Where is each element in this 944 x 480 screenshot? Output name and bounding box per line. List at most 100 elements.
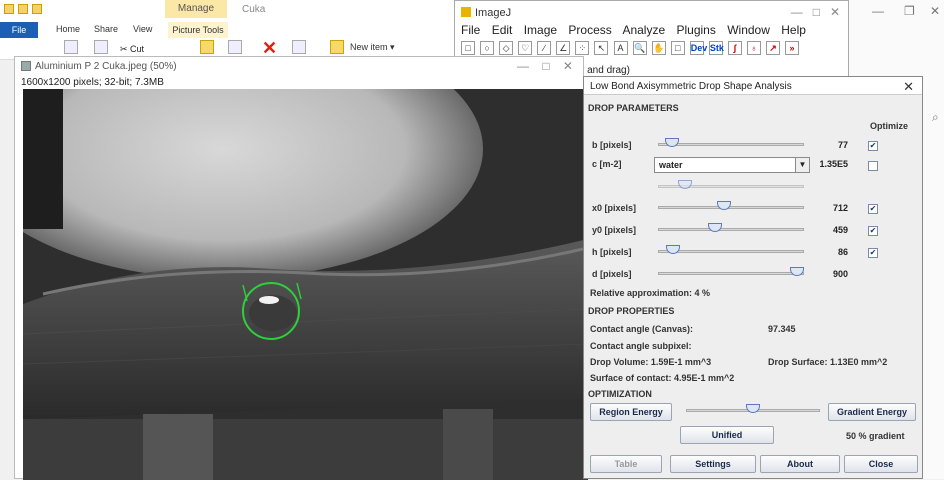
param-d-slider[interactable] (658, 272, 804, 275)
imagej-menubar: File Edit Image Process Analyze Plugins … (461, 23, 814, 37)
imagej-status: r and drag) (581, 65, 630, 76)
rectangle-tool-icon[interactable]: □ (461, 41, 475, 55)
imagej-title: ImageJ (475, 7, 512, 19)
dev-tool-icon[interactable]: Dev (689, 41, 707, 55)
document-icon[interactable] (228, 40, 242, 54)
relative-approximation: Relative approximation: 4 % (590, 288, 711, 298)
param-b-value: 77 (837, 140, 848, 150)
about-button[interactable]: About (760, 455, 840, 473)
tab-home[interactable]: Home (56, 24, 80, 34)
oval-tool-icon[interactable]: ○ (480, 41, 495, 55)
menu-edit[interactable]: Edit (492, 23, 513, 37)
param-h-value: 86 (837, 247, 848, 257)
tab-file[interactable]: File (0, 22, 38, 38)
tab-manage[interactable]: Manage (165, 0, 227, 18)
menu-analyze[interactable]: Analyze (622, 23, 665, 37)
param-d-label: d [pixels] (592, 269, 632, 279)
image-window-controls[interactable]: — □ ✕ (517, 59, 573, 73)
param-b-slider[interactable] (658, 143, 804, 146)
menu-file[interactable]: File (461, 23, 480, 37)
tab-picture-tools[interactable]: Picture Tools (168, 22, 228, 38)
drop-photo (23, 89, 588, 480)
param-x0-label: x0 [pixels] (592, 203, 637, 213)
wand-tool-icon[interactable]: ↖ (594, 41, 609, 55)
param-y0-value: 459 (832, 225, 848, 235)
contact-angle-label: Contact angle (Canvas): (590, 324, 694, 334)
text-tool-icon[interactable]: A (613, 41, 628, 55)
drop-volume: Drop Volume: 1.59E-1 mm^3 (590, 357, 712, 367)
param-x0-value: 712 (832, 203, 848, 213)
color-picker-icon[interactable]: □ (670, 41, 685, 55)
close-icon[interactable]: ✕ (930, 4, 940, 18)
param-h-optimize-checkbox[interactable]: ✔ (868, 248, 878, 258)
stk-tool-icon[interactable]: Stk (708, 41, 724, 55)
c-liquid-select[interactable]: water ▼ (654, 157, 810, 173)
search-icon[interactable]: ⌕ (932, 110, 939, 125)
menu-process[interactable]: Process (568, 23, 611, 37)
drop-surface: Drop Surface: 1.13E0 mm^2 (768, 357, 888, 367)
menu-image[interactable]: Image (524, 23, 557, 37)
menu-window[interactable]: Window (727, 23, 770, 37)
line-tool-icon[interactable]: ∕ (537, 41, 552, 55)
c-liquid-selected: water (659, 160, 683, 170)
param-y0-slider[interactable] (658, 228, 804, 231)
folder-icon[interactable] (200, 40, 214, 54)
quick-access-toolbar[interactable] (4, 4, 84, 16)
hand-tool-icon[interactable]: ✋ (651, 41, 666, 55)
param-h-slider[interactable] (658, 250, 804, 253)
explorer-ribbon: Manage Cuka File Home Share View Picture… (0, 0, 460, 60)
dialog-title: Low Bond Axisymmetric Drop Shape Analysi… (590, 81, 792, 92)
freehand-tool-icon[interactable]: ♡ (518, 41, 533, 55)
imagej-window-controls[interactable]: — □ ✕ (791, 5, 840, 19)
menu-help[interactable]: Help (781, 23, 806, 37)
image-title: Aluminium P 2 Cuka.jpeg (50%) (35, 61, 177, 72)
param-c-value: 1.35E5 (819, 159, 848, 169)
dropdown-arrow-icon[interactable]: ▼ (795, 158, 809, 172)
pencil-tool-icon[interactable]: ∫ (727, 41, 742, 55)
param-x0-optimize-checkbox[interactable]: ✔ (868, 204, 878, 214)
new-folder-icon[interactable] (330, 40, 344, 54)
more-tools-icon[interactable]: » (785, 41, 800, 55)
menu-plugins[interactable]: Plugins (677, 23, 716, 37)
tab-share[interactable]: Share (94, 24, 118, 34)
minimize-icon[interactable]: — (872, 4, 884, 18)
image-icon (21, 61, 31, 71)
param-b-label: b [pixels] (592, 140, 632, 150)
polygon-tool-icon[interactable]: ◇ (499, 41, 514, 55)
dialog-close-icon[interactable]: ✕ (903, 79, 914, 95)
section-drop-parameters: DROP PARAMETERS (588, 103, 679, 113)
brush-tool-icon[interactable]: ♁ (746, 41, 761, 55)
imagej-logo-icon (461, 7, 471, 17)
param-b-optimize-checkbox[interactable]: ✔ (868, 141, 878, 151)
angle-tool-icon[interactable]: ∠ (556, 41, 571, 55)
param-c-optimize-checkbox[interactable] (868, 161, 878, 171)
gradient-percentage: 50 % gradient (846, 431, 905, 441)
point-tool-icon[interactable]: ⁘ (575, 41, 590, 55)
unified-button[interactable]: Unified (680, 426, 774, 444)
arrow-tool-icon[interactable]: ↗ (766, 41, 780, 55)
drop-analysis-dialog: Low Bond Axisymmetric Drop Shape Analysi… (583, 76, 923, 479)
settings-button[interactable]: Settings (670, 455, 756, 473)
region-energy-button[interactable]: Region Energy (590, 403, 672, 421)
param-y0-label: y0 [pixels] (592, 225, 637, 235)
drop-image-canvas[interactable] (23, 89, 588, 480)
table-button[interactable]: Table (590, 455, 662, 473)
param-x0-slider[interactable] (658, 206, 804, 209)
param-d-value: 900 (832, 269, 848, 279)
new-item-button[interactable]: New item ▾ (350, 42, 395, 53)
paste-icon[interactable] (94, 40, 108, 54)
section-drop-properties: DROP PROPERTIES (588, 306, 675, 316)
cut-button[interactable]: ✂ Cut (120, 44, 144, 55)
restore-icon[interactable]: ❐ (904, 4, 915, 18)
gradient-energy-button[interactable]: Gradient Energy (828, 403, 916, 421)
tab-view[interactable]: View (133, 24, 152, 34)
zoom-tool-icon[interactable]: 🔍 (632, 41, 647, 55)
rename-icon[interactable] (292, 40, 306, 54)
surface-of-contact: Surface of contact: 4.95E-1 mm^2 (590, 373, 735, 383)
param-y0-optimize-checkbox[interactable]: ✔ (868, 226, 878, 236)
image-info: 1600x1200 pixels; 32-bit; 7.3MB (21, 77, 164, 88)
image-window: Aluminium P 2 Cuka.jpeg (50%) — □ ✕ 1600… (14, 56, 588, 480)
contact-angle-value: 97.345 (768, 324, 796, 334)
close-button[interactable]: Close (844, 455, 918, 473)
copy-icon[interactable] (64, 40, 78, 54)
